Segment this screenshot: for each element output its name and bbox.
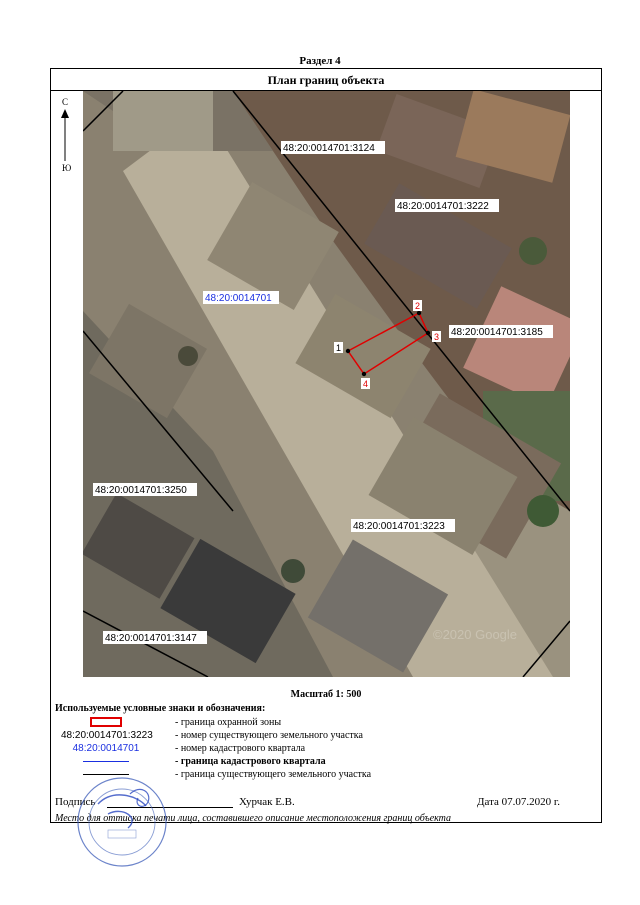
compass-north-label: С xyxy=(62,97,69,107)
legend-title: Используемые условные знаки и обозначени… xyxy=(55,703,266,714)
north-arrow: С Ю xyxy=(53,97,77,177)
legend-item: 48:20:0014701 - номер кадастрового кварт… xyxy=(51,742,601,755)
legend-item: 48:20:0014701:3223 - номер существующего… xyxy=(51,729,601,742)
satellite-map: 1 2 3 4 48:20:0014701:3124 48:20:0014701… xyxy=(83,91,570,677)
arrow-up-icon xyxy=(61,109,69,161)
legend-symbol-parcel-number: 48:20:0014701:3223 xyxy=(61,730,153,741)
legend-desc: - граница охранной зоны xyxy=(175,717,282,728)
document-frame: План границ объекта С Ю 1 2 3 4 48:20:00… xyxy=(50,68,602,824)
legend-symbol-quarter-number: 48:20:0014701 xyxy=(72,743,140,754)
map-scale: Масштаб 1: 500 xyxy=(290,689,362,700)
parcel-label-3124: 48:20:0014701:3124 xyxy=(283,143,375,154)
legend-symbol-protection-zone xyxy=(61,716,151,729)
map-canvas: 1 2 3 4 48:20:0014701:3124 48:20:0014701… xyxy=(83,91,570,677)
point-label-4: 4 xyxy=(363,379,368,389)
parcel-label-3185: 48:20:0014701:3185 xyxy=(451,327,543,338)
parcel-label-3250: 48:20:0014701:3250 xyxy=(95,485,187,496)
point-label-3: 3 xyxy=(434,332,439,342)
map-watermark: ©2020 Google xyxy=(433,627,517,642)
point-label-1: 1 xyxy=(336,343,341,353)
plan-title: План границ объекта xyxy=(51,69,601,91)
point-label-2: 2 xyxy=(415,301,420,311)
legend-desc: - номер существующего земельного участка xyxy=(175,730,363,741)
parcel-label-3222: 48:20:0014701:3222 xyxy=(397,201,489,212)
parcel-label-3223: 48:20:0014701:3223 xyxy=(353,521,445,532)
quarter-label: 48:20:0014701 xyxy=(205,293,272,304)
legend-item: - граница охранной зоны xyxy=(51,716,601,729)
parcel-label-3147: 48:20:0014701:3147 xyxy=(105,633,197,644)
legend-symbol-quarter-boundary xyxy=(61,755,151,768)
legend-item: - граница кадастрового квартала xyxy=(51,755,601,768)
legend-desc: - граница существующего земельного участ… xyxy=(175,769,372,780)
section-title: Раздел 4 xyxy=(299,55,341,67)
legend-desc: - граница кадастрового квартала xyxy=(175,756,326,767)
legend-desc: - номер кадастрового квартала xyxy=(175,743,306,754)
signature-date: Дата 07.07.2020 г. xyxy=(477,796,560,808)
compass-south-label: Ю xyxy=(62,163,72,173)
signer-name: Хурчак Е.В. xyxy=(239,796,295,808)
seal-stamp-icon xyxy=(77,777,167,867)
